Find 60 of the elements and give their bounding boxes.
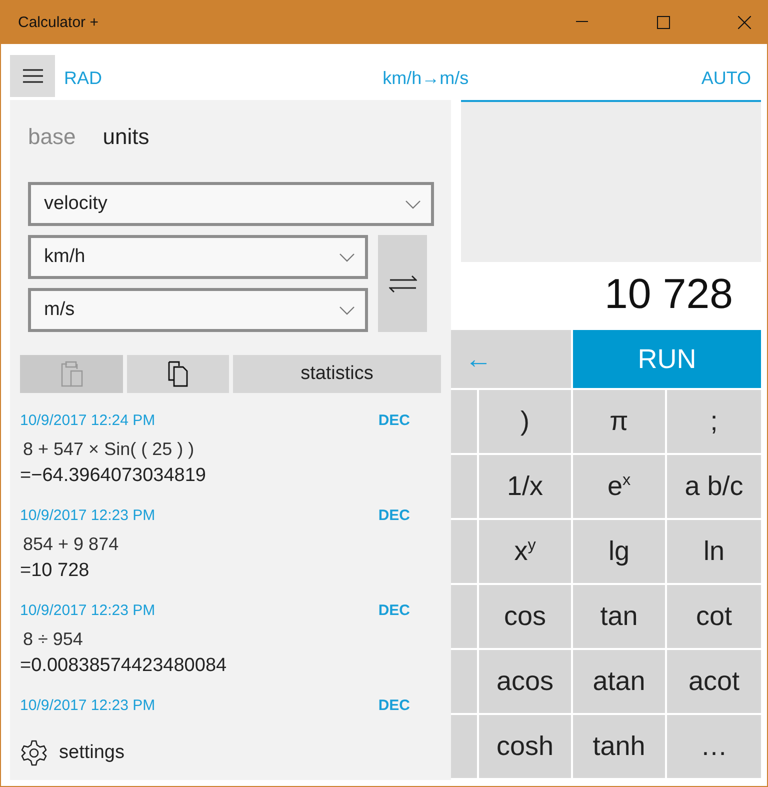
history-base: DEC bbox=[378, 697, 410, 714]
key-button[interactable] bbox=[451, 520, 477, 583]
result-display: 10 728 bbox=[604, 270, 733, 317]
window-title: Calculator + bbox=[18, 14, 100, 30]
category-dropdown[interactable]: velocity bbox=[28, 182, 434, 226]
history-expression[interactable]: 854 + 9 874 bbox=[23, 534, 442, 555]
swap-button[interactable] bbox=[378, 235, 427, 332]
history-base: DEC bbox=[378, 602, 410, 619]
key-button[interactable]: x$^{y}$ bbox=[479, 520, 571, 583]
key-button[interactable] bbox=[451, 455, 477, 518]
key-button[interactable]: a b/c bbox=[667, 455, 761, 518]
from-unit-dropdown[interactable]: km/h bbox=[28, 235, 368, 279]
key-button[interactable]: tanh bbox=[573, 715, 665, 778]
key-button[interactable] bbox=[451, 585, 477, 648]
close-icon bbox=[738, 16, 750, 28]
copy-icon bbox=[166, 360, 190, 388]
key-button[interactable]: cos bbox=[479, 585, 571, 648]
history-time: 10/9/2017 12:24 PM bbox=[20, 412, 156, 429]
key-button[interactable]: lg bbox=[573, 520, 665, 583]
history-result[interactable]: =0.00838574423480084 bbox=[20, 655, 442, 677]
chevron-down-icon bbox=[339, 306, 355, 314]
history-result[interactable]: =10 728 bbox=[20, 560, 442, 582]
chevron-down-icon bbox=[339, 252, 355, 262]
copy-button[interactable] bbox=[127, 355, 229, 393]
key-button[interactable]: cosh bbox=[479, 715, 571, 778]
key-button[interactable]: 1/x bbox=[479, 455, 571, 518]
key-button[interactable]: acot bbox=[667, 650, 761, 713]
key-button[interactable]: … bbox=[667, 715, 761, 778]
history-result[interactable]: =−64.3964073034819 bbox=[20, 465, 442, 487]
history-time: 10/9/2017 12:23 PM bbox=[20, 697, 156, 714]
key-button[interactable]: ) bbox=[479, 390, 571, 453]
key-button[interactable]: tan bbox=[573, 585, 665, 648]
key-button[interactable]: atan bbox=[573, 650, 665, 713]
maximize-icon bbox=[656, 16, 670, 28]
history-time: 10/9/2017 12:23 PM bbox=[20, 602, 156, 619]
key-button[interactable]: π bbox=[573, 390, 665, 453]
history-expression[interactable]: 8 + 547 × Sin( ( 25 ) ) bbox=[23, 439, 442, 460]
key-button[interactable]: ln bbox=[667, 520, 761, 583]
panel-tab[interactable]: units bbox=[102, 124, 150, 150]
key-button[interactable] bbox=[451, 715, 477, 778]
chevron-down-icon bbox=[405, 200, 421, 208]
settings-icon bbox=[21, 740, 47, 766]
menu-button[interactable] bbox=[10, 55, 55, 97]
swap-icon bbox=[388, 274, 416, 292]
key-button[interactable] bbox=[451, 650, 477, 713]
key-button[interactable] bbox=[451, 390, 477, 453]
clipboard-icon bbox=[60, 360, 84, 388]
menu-icon bbox=[22, 69, 42, 83]
key-button[interactable]: cot bbox=[667, 585, 761, 648]
statistics-button[interactable]: statistics bbox=[233, 355, 441, 393]
history-base: DEC bbox=[378, 507, 410, 524]
to-unit-dropdown[interactable]: m/s bbox=[28, 288, 368, 332]
settings-button[interactable]: settings bbox=[21, 740, 442, 766]
minimize-icon bbox=[576, 21, 588, 23]
key-button[interactable]: e$^{x}$ bbox=[573, 455, 665, 518]
history-time: 10/9/2017 12:23 PM bbox=[20, 507, 156, 524]
key-button[interactable]: acos bbox=[479, 650, 571, 713]
key-button[interactable]: ; bbox=[667, 390, 761, 453]
history-base: DEC bbox=[378, 412, 410, 429]
history-expression[interactable]: 8 ÷ 954 bbox=[23, 629, 442, 650]
